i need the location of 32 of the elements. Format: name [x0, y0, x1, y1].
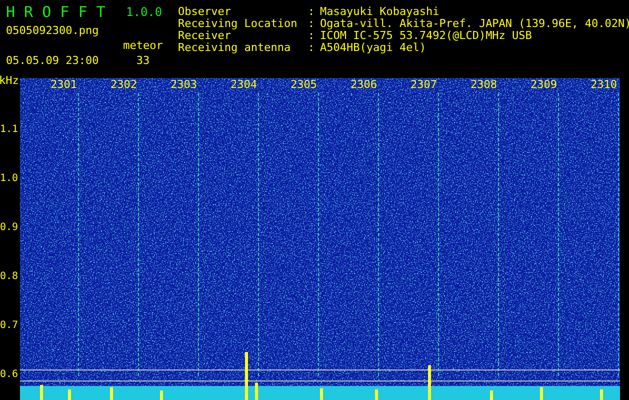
frequency-label: 1.1: [0, 122, 20, 136]
frequency-label: 0.7: [0, 318, 20, 332]
info-label: Receiver: [178, 29, 231, 41]
date-time: 05.05.09 23:00: [6, 54, 100, 67]
meteor-count: 33: [135, 54, 151, 67]
meteor-label: meteor: [122, 39, 164, 52]
info-value: Ogata-vill. Akita-Pref. JAPAN (139.96E, 40.02N): [320, 17, 629, 29]
info-colon: :: [308, 29, 316, 41]
time-label: 2310: [590, 78, 618, 91]
frequency-label: 0.6: [0, 368, 20, 382]
app-version: 1.0.0: [125, 4, 164, 20]
time-label: 2301: [50, 78, 78, 91]
frequency-label: 0.8: [0, 270, 20, 284]
time-label: 2307: [410, 78, 438, 91]
info-colon: :: [308, 41, 316, 53]
frequency-unit: kHz: [0, 74, 20, 88]
info-value: Masayuki Kobayashi: [320, 5, 440, 17]
info-value: ICOM IC-575 53.7492(@LCD)MHz USB: [320, 29, 533, 41]
time-label: 2302: [110, 78, 138, 91]
file-name: 0505092300.png: [6, 24, 100, 37]
info-colon: :: [308, 17, 316, 29]
time-label: 2305: [290, 78, 318, 91]
info-label: Receiving Location: [178, 17, 298, 29]
app-title: H R O F F T: [6, 4, 106, 20]
frequency-label: 0.9: [0, 220, 20, 234]
info-colon: :: [308, 5, 316, 17]
info-label: Observer: [178, 5, 232, 17]
info-label: Receiving antenna: [178, 41, 292, 53]
info-value: A504HB(yagi 4el): [320, 41, 427, 53]
time-label: 2306: [350, 78, 378, 91]
time-label: 2304: [230, 78, 258, 91]
frequency-label: 1.0: [0, 172, 20, 186]
